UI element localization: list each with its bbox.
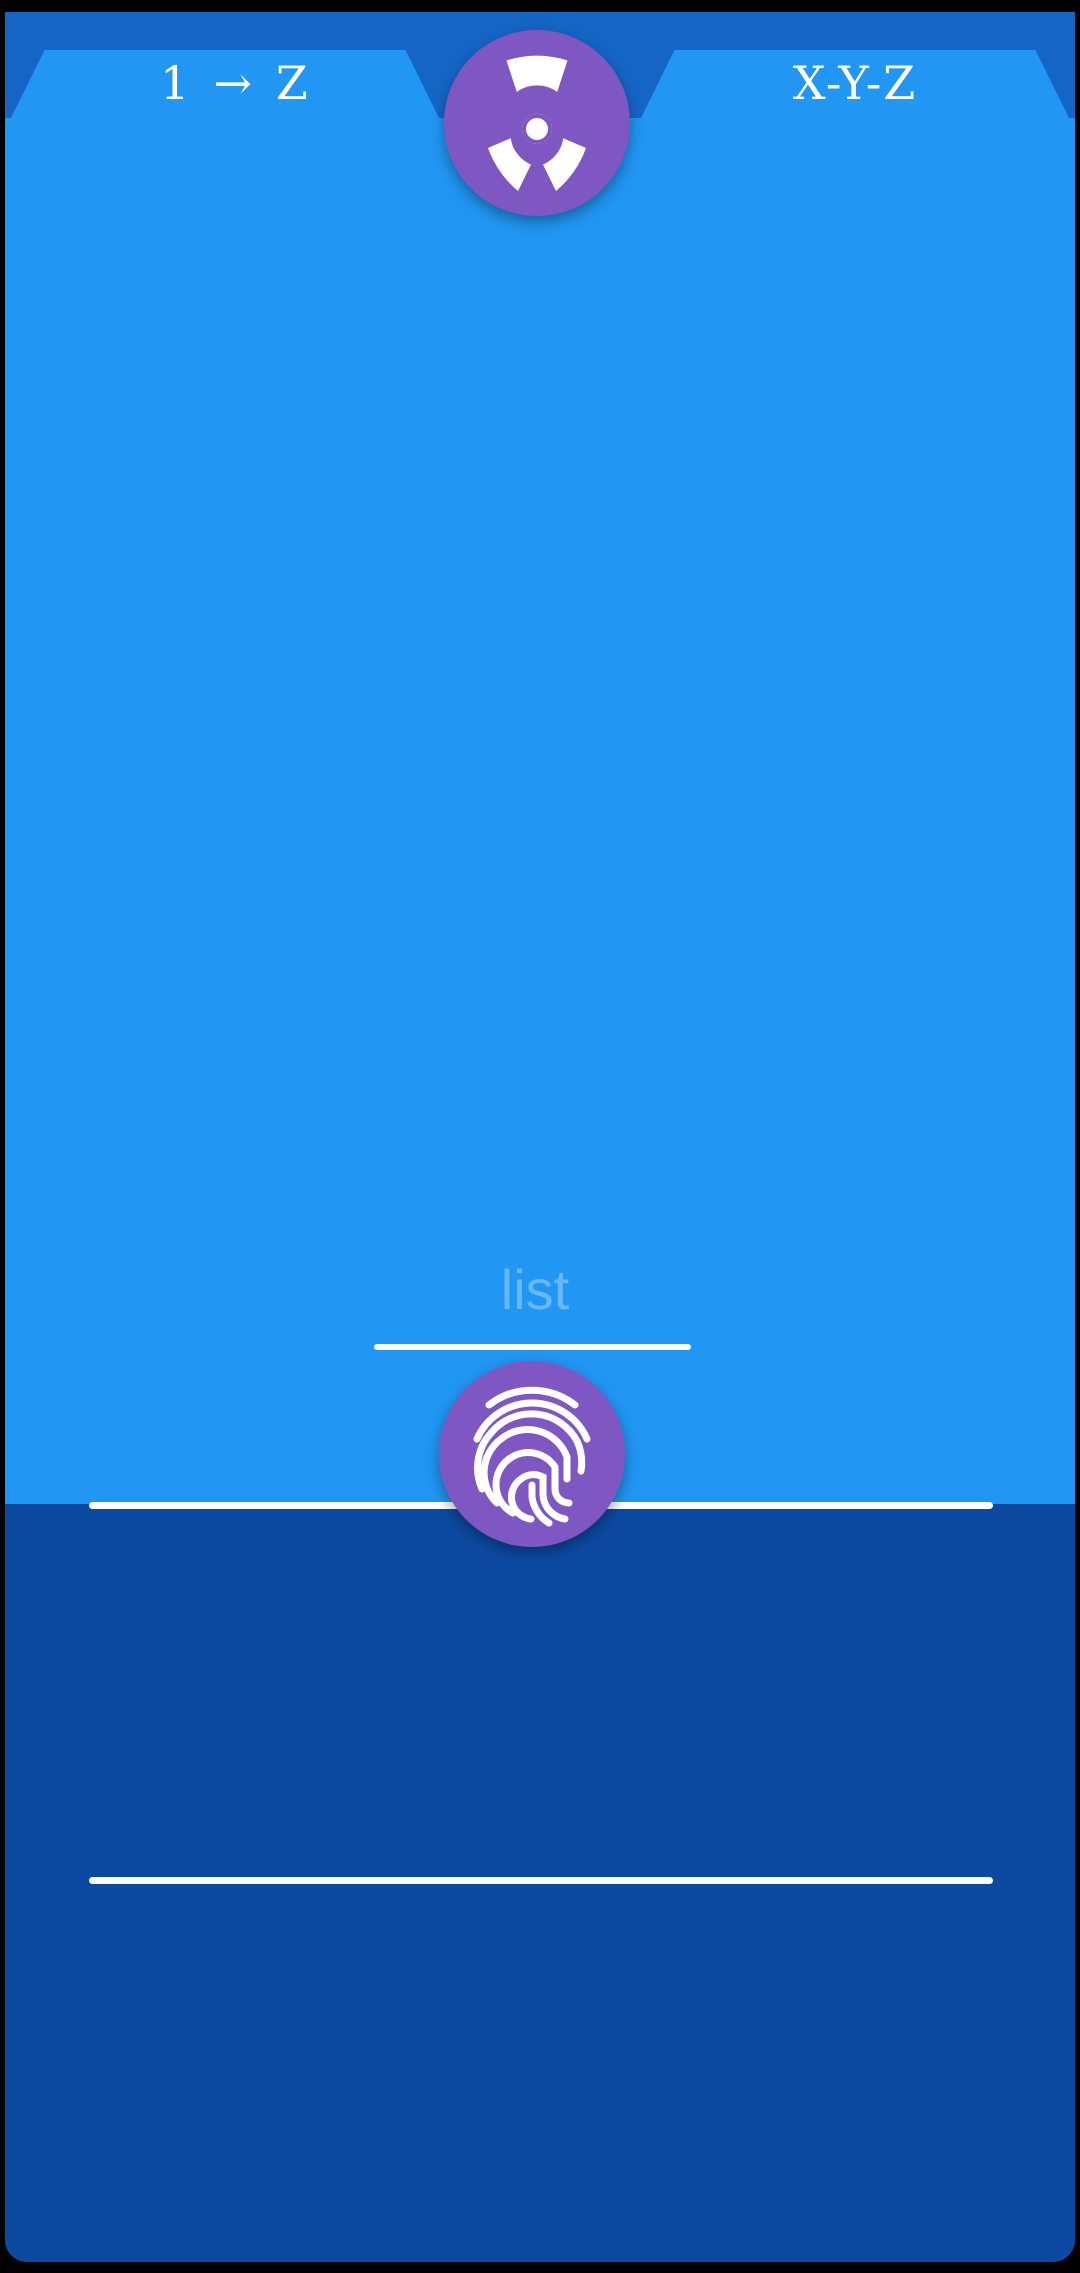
tab-sort-1-to-z-label: 1 → Z (35, 48, 435, 118)
tab-from-label: 1 (160, 56, 192, 110)
radioactive-icon (488, 55, 586, 191)
tab-x-y-z-label: X-Y-Z (792, 56, 918, 110)
tab-to-label: Z (275, 56, 310, 110)
arrow-right-icon: → (213, 56, 254, 110)
app-frame: 1 → Z X-Y-Z list (5, 12, 1075, 2262)
fingerprint-button[interactable] (439, 1361, 625, 1547)
list-field-underline (374, 1344, 691, 1350)
app-screen: 1 → Z X-Y-Z list (0, 0, 1080, 2273)
divider-bottom (89, 1877, 993, 1884)
fingerprint-icon (473, 1386, 591, 1527)
list-field-placeholder[interactable]: list (375, 1257, 695, 1322)
radioactive-button[interactable] (444, 30, 630, 216)
